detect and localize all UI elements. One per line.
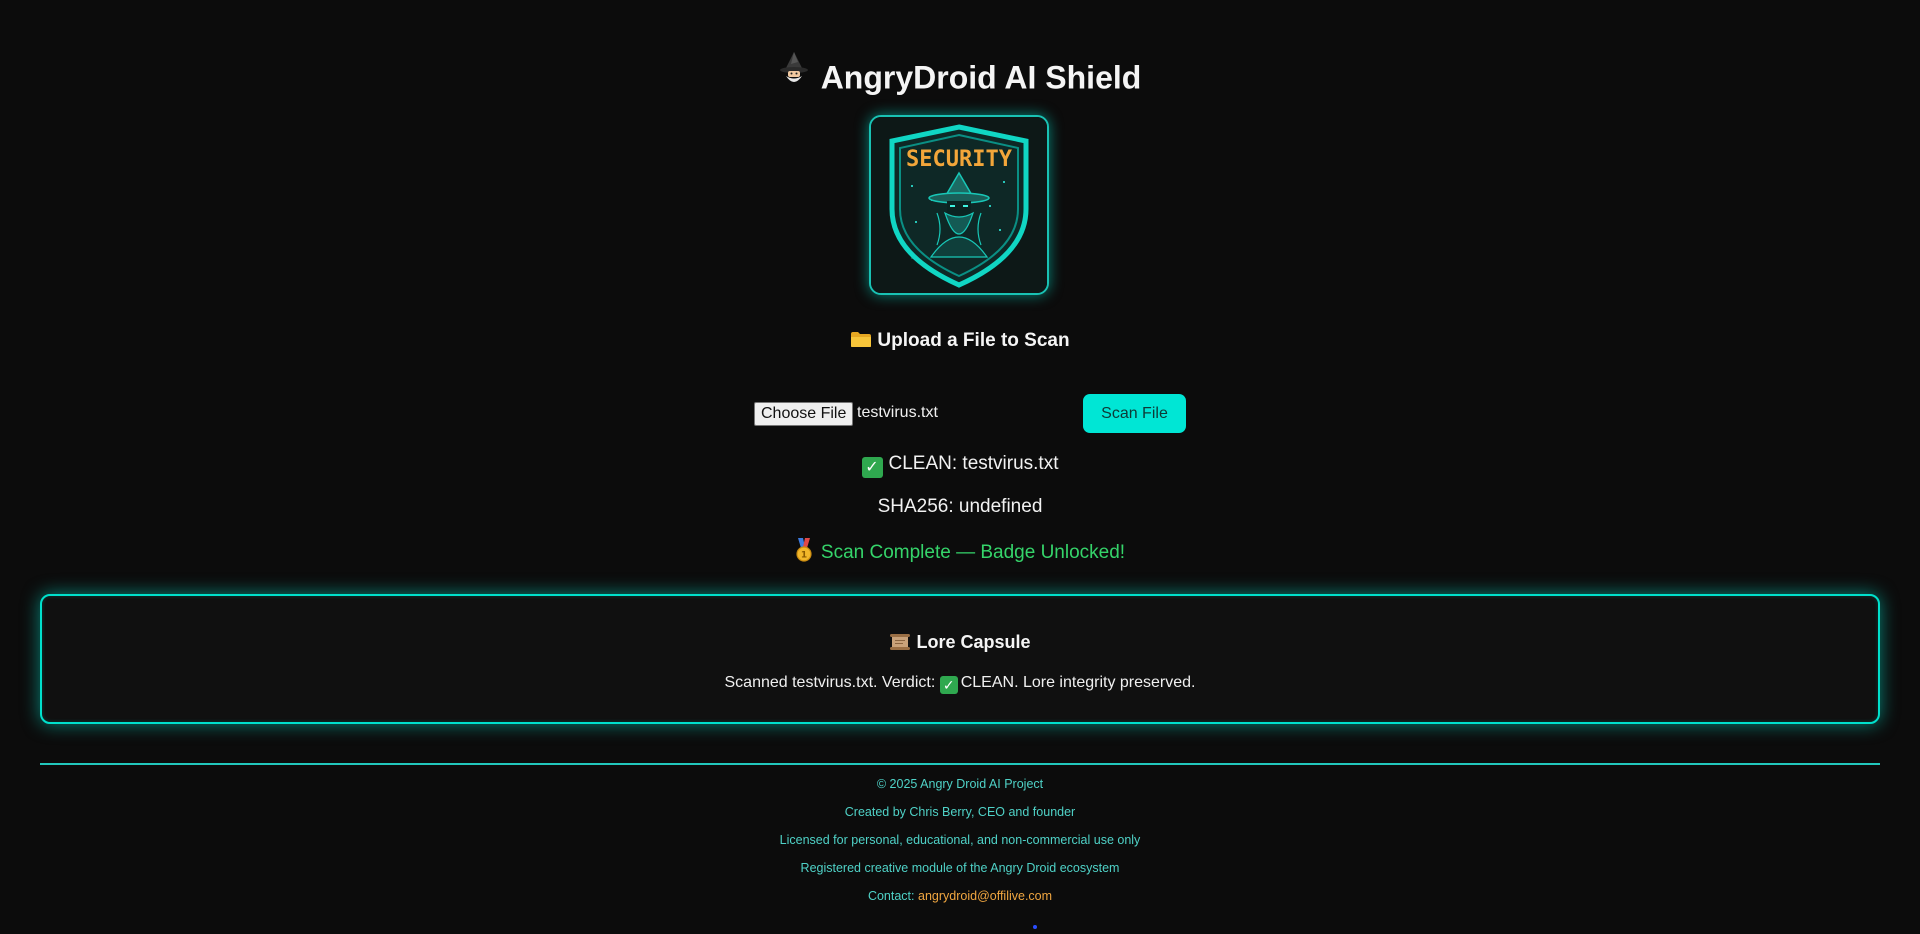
- upload-heading: Upload a File to Scan: [0, 330, 1920, 352]
- svg-text:1: 1: [801, 551, 807, 561]
- wizard-icon: [779, 51, 809, 98]
- check-icon: ✓: [861, 457, 883, 478]
- lore-capsule-title: Lore Capsule: [42, 632, 1878, 653]
- scan-status-text: CLEAN: testvirus.txt: [888, 453, 1059, 474]
- footer-copyright: © 2025 Angry Droid AI Project: [876, 777, 1044, 791]
- selected-file-name: testvirus.txt: [857, 404, 938, 421]
- upload-heading-text: Upload a File to Scan: [877, 330, 1070, 351]
- page: AngryDroid AI Shield SECURITY Upload a F…: [0, 0, 1920, 934]
- page-header: AngryDroid AI Shield: [0, 51, 1920, 101]
- badge-unlocked-text: Scan Complete — Badge Unlocked!: [820, 542, 1126, 563]
- folder-icon: [850, 331, 872, 348]
- lore-text-prefix: Scanned testvirus.txt. Verdict:: [724, 674, 936, 691]
- badge-unlocked-message: 1 Scan Complete — Badge Unlocked!: [0, 538, 1920, 564]
- lore-text-suffix: CLEAN. Lore integrity preserved.: [960, 674, 1196, 691]
- scan-status: ✓ CLEAN: testvirus.txt: [0, 453, 1920, 478]
- medal-icon: 1: [795, 538, 813, 562]
- shield-label: SECURITY: [906, 147, 1013, 172]
- security-shield-logo: SECURITY: [869, 115, 1049, 295]
- page-title: AngryDroid AI Shield: [820, 59, 1142, 96]
- footer-license: Licensed for personal, educational, and …: [779, 833, 1141, 847]
- file-upload-row: Choose File testvirus.txt Scan File: [754, 394, 1188, 434]
- footer-registered: Registered creative module of the Angry …: [800, 861, 1120, 875]
- footer-created-by: Created by Chris Berry, CEO and founder: [844, 805, 1076, 819]
- lore-capsule-panel: Lore Capsule Scanned testvirus.txt. Verd…: [40, 594, 1880, 724]
- footer-divider: [40, 763, 1880, 765]
- footer-contact: Contact: angrydroid@offilive.com: [0, 889, 1920, 903]
- lore-capsule-title-text: Lore Capsule: [916, 632, 1031, 652]
- sha256-hash: SHA256: undefined: [877, 496, 1043, 517]
- lore-capsule-text: Scanned testvirus.txt. Verdict: ✓ CLEAN. …: [42, 674, 1878, 694]
- footer-contact-label: Contact:: [867, 889, 915, 903]
- scan-file-button[interactable]: Scan File: [1083, 394, 1186, 433]
- blue-dot: [1033, 925, 1037, 929]
- choose-file-button[interactable]: Choose File: [754, 402, 854, 426]
- scroll-icon: [889, 633, 911, 651]
- contact-email-link[interactable]: angrydroid@offilive.com: [918, 889, 1052, 903]
- check-icon: ✓: [939, 676, 958, 694]
